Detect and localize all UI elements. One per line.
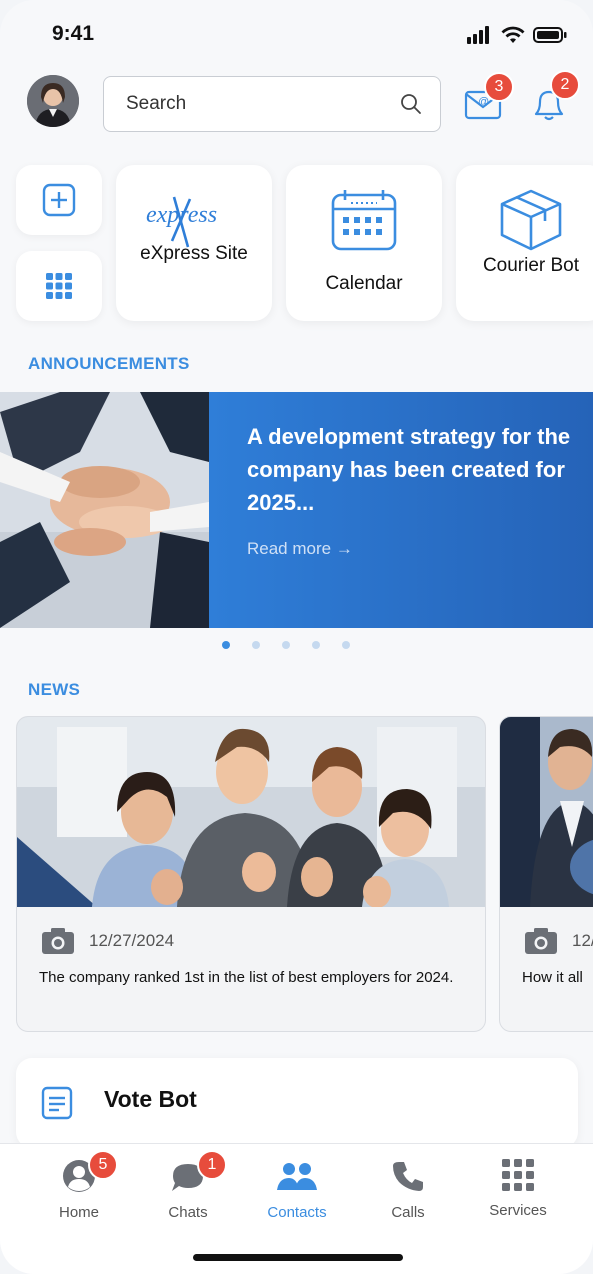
tab-home[interactable]: 5 Home: [34, 1150, 124, 1221]
news-date: 12/: [572, 931, 593, 950]
express-logo-icon: express: [146, 196, 217, 248]
home-badge: 5: [88, 1150, 118, 1180]
mail-badge: 3: [484, 72, 514, 102]
read-more-link[interactable]: Read more →: [247, 539, 573, 559]
signal-icon: [467, 26, 489, 44]
news-image: [17, 717, 485, 907]
announcement-headline: A development strategy for the company h…: [247, 424, 571, 515]
mail-button[interactable]: @ 3: [462, 72, 514, 126]
carousel-dot[interactable]: [282, 641, 290, 649]
camera-icon: [525, 928, 557, 954]
carousel-dot[interactable]: [312, 641, 320, 649]
app-label: Courier Bot: [482, 255, 580, 276]
box-icon: [500, 189, 562, 251]
express-logo-text: express: [146, 202, 217, 228]
phone-icon: [393, 1162, 423, 1191]
announcements-heading: ANNOUNCEMENTS: [28, 354, 190, 373]
camera-icon: [42, 928, 74, 954]
news-meta: 12/: [500, 907, 593, 955]
news-card[interactable]: 12/27/2024 The company ranked 1st in the…: [16, 716, 486, 1032]
all-apps-button[interactable]: [16, 251, 102, 321]
notifications-badge: 2: [550, 70, 580, 100]
grid-icon: [502, 1159, 534, 1191]
svg-text:@: @: [478, 96, 489, 108]
user-avatar[interactable]: [27, 75, 79, 127]
carousel-pagination: [222, 641, 350, 649]
tab-label: Contacts: [267, 1204, 327, 1221]
tab-calls[interactable]: Calls: [363, 1158, 453, 1221]
document-icon: [41, 1086, 73, 1120]
wifi-icon: [501, 26, 525, 43]
vote-bot-label: Vote Bot: [104, 1086, 197, 1112]
battery-icon: [533, 27, 567, 43]
chats-badge: 1: [197, 1150, 227, 1180]
app-label: eXpress Site: [140, 243, 248, 264]
carousel-dot[interactable]: [342, 641, 350, 649]
carousel-dot-active[interactable]: [222, 641, 230, 649]
search-input[interactable]: Search: [103, 76, 441, 132]
news-card[interactable]: 12/ How it all: [499, 716, 593, 1032]
home-indicator[interactable]: [193, 1254, 403, 1261]
app-label: Calendar: [325, 273, 403, 294]
search-placeholder: Search: [126, 93, 187, 114]
tab-services[interactable]: Services: [473, 1158, 563, 1219]
phone-screen: 9:41 Search @ 3 2 express eXpress Site C…: [0, 0, 593, 1274]
calendar-icon: [331, 190, 397, 251]
tab-label: Calls: [391, 1204, 425, 1221]
app-courier-bot[interactable]: Courier Bot: [456, 165, 593, 321]
grid-icon: [46, 273, 72, 299]
vote-bot-card[interactable]: Vote Bot: [16, 1058, 578, 1148]
status-icons: [467, 26, 567, 44]
search-icon: [401, 94, 421, 114]
tab-label: Chats: [168, 1204, 208, 1221]
news-heading: NEWS: [28, 680, 81, 699]
tab-chats[interactable]: 1 Chats: [143, 1150, 233, 1221]
news-meta: 12/27/2024: [17, 907, 485, 955]
add-shortcut-button[interactable]: [16, 165, 102, 235]
news-image: [500, 717, 593, 907]
announcement-content: A development strategy for the company h…: [209, 392, 593, 628]
status-time: 9:41: [52, 22, 95, 45]
notifications-button[interactable]: 2: [528, 70, 580, 126]
announcement-image: [0, 392, 209, 628]
news-text: The company ranked 1st in the list of be…: [39, 969, 454, 986]
announcement-banner[interactable]: A development strategy for the company h…: [0, 392, 593, 628]
carousel-dot[interactable]: [252, 641, 260, 649]
news-text: How it all: [522, 969, 583, 986]
contacts-icon: [277, 1163, 317, 1190]
plus-square-icon: [42, 183, 76, 217]
tab-contacts[interactable]: Contacts: [252, 1158, 342, 1221]
news-date: 12/27/2024: [89, 931, 175, 950]
app-calendar[interactable]: Calendar: [286, 165, 442, 321]
tab-label: Services: [489, 1202, 547, 1219]
tab-label: Home: [58, 1204, 99, 1221]
app-express-site[interactable]: express eXpress Site: [116, 165, 272, 321]
